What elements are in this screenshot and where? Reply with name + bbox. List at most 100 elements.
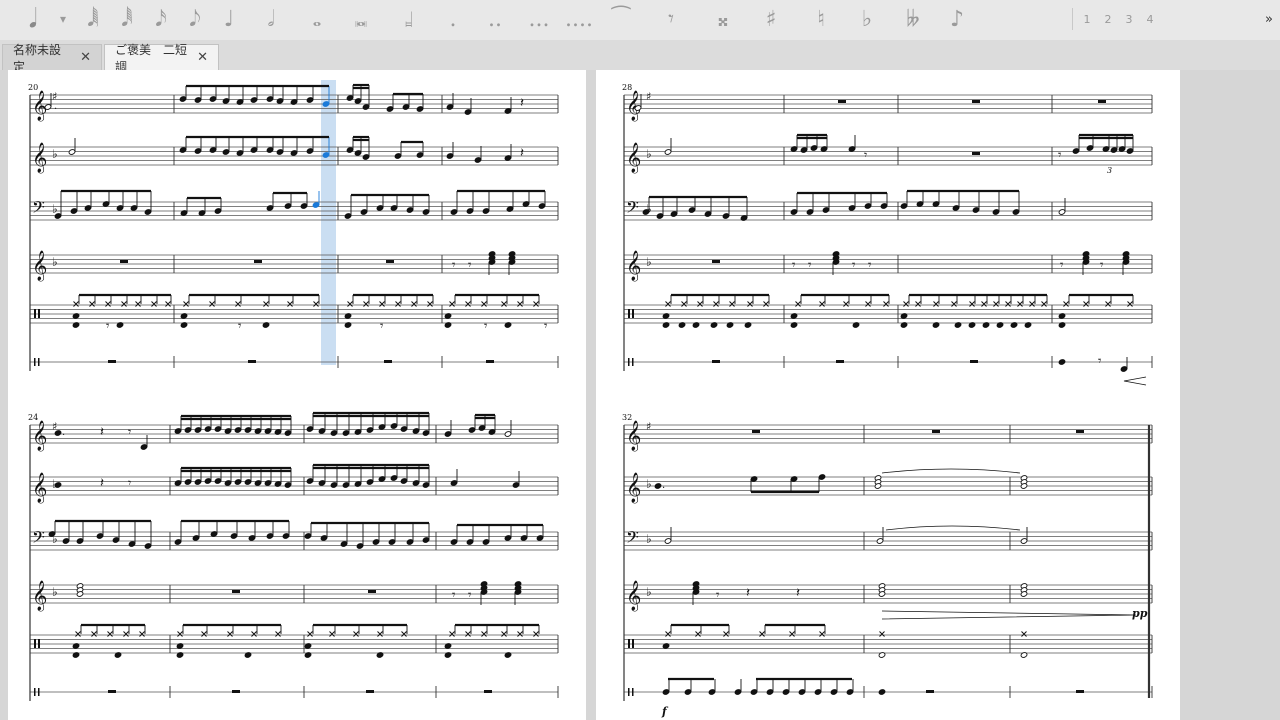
notehead[interactable] [878, 689, 886, 695]
cymbal-notehead[interactable] [201, 631, 207, 637]
staff[interactable] [624, 476, 1152, 496]
rest-button[interactable]: 𝄾 [656, 2, 686, 36]
cymbal-notehead[interactable] [73, 301, 79, 307]
cymbal-notehead[interactable] [789, 631, 795, 637]
note-input-mode-button[interactable]: 𝅘𝅥 [18, 2, 48, 36]
input-mode-dropdown[interactable]: ▾ [56, 2, 70, 36]
duration-half-button[interactable]: 𝅗𝅥 [256, 2, 286, 36]
staff[interactable] [624, 304, 1152, 324]
quadruple-dot-button[interactable]: .... [564, 2, 594, 36]
cymbal-notehead[interactable] [1063, 301, 1069, 307]
cymbal-notehead[interactable] [951, 301, 957, 307]
cymbal-notehead[interactable] [89, 301, 95, 307]
cymbal-notehead[interactable] [1005, 301, 1011, 307]
cymbal-notehead[interactable] [123, 631, 129, 637]
cymbal-notehead[interactable] [501, 631, 507, 637]
cymbal-notehead[interactable] [819, 301, 825, 307]
score-page-right[interactable]: 28𝄞♯𝄞♭𝄢♭𝄞♭𝄾𝄾3𝄾𝄾𝄾𝄾𝄾𝄾𝄾32𝄞♯𝄞♭𝄢♭𝄞♭.𝄾𝄽𝄽ppf [596, 70, 1180, 720]
staff[interactable] [624, 531, 1152, 551]
notehead[interactable] [654, 483, 662, 489]
score-canvas[interactable]: 20𝄞♯𝄞♭𝄢♭𝄞♭.𝄽𝄽𝄾𝄾𝄾𝄾𝄾𝄾𝄾24𝄞♯𝄞♭𝄢♭𝄞♭.𝄽𝄾𝄽𝄾𝄾𝄾 28… [0, 70, 1280, 720]
cymbal-notehead[interactable] [665, 631, 671, 637]
cymbal-notehead[interactable] [105, 301, 111, 307]
staff[interactable] [30, 476, 558, 496]
cymbal-notehead[interactable] [517, 301, 523, 307]
notehead[interactable] [1058, 359, 1066, 365]
duration-longa-button[interactable]: 𝆷 [394, 2, 424, 36]
cymbal-notehead[interactable] [347, 301, 353, 307]
cymbal-notehead[interactable] [363, 301, 369, 307]
duration-64th-button[interactable]: 𝅘𝅥𝅲 [78, 2, 108, 36]
cymbal-notehead[interactable] [121, 301, 127, 307]
cymbal-notehead[interactable] [1083, 301, 1089, 307]
cymbal-notehead[interactable] [843, 301, 849, 307]
duration-quarter-button[interactable]: ♩ [214, 2, 244, 36]
voice-4-button[interactable]: 4 [1143, 2, 1157, 36]
cymbal-notehead[interactable] [227, 631, 233, 637]
cymbal-notehead[interactable] [401, 631, 407, 637]
cymbal-notehead[interactable] [139, 631, 145, 637]
staff[interactable] [624, 201, 1152, 221]
tab-gohoubi[interactable]: ご褒美 二短調 ✕ [104, 43, 219, 74]
cymbal-notehead[interactable] [287, 301, 293, 307]
cymbal-notehead[interactable] [903, 301, 909, 307]
staff[interactable] [624, 634, 1152, 654]
duration-16th-button[interactable]: 𝅘𝅥𝅯 [146, 2, 176, 36]
cymbal-notehead[interactable] [307, 631, 313, 637]
cymbal-notehead[interactable] [1029, 301, 1035, 307]
cymbal-notehead[interactable] [235, 301, 241, 307]
tab-untitled[interactable]: 名称未設定 ✕ [2, 43, 102, 74]
cymbal-notehead[interactable] [747, 301, 753, 307]
staff[interactable] [30, 254, 558, 274]
cymbal-notehead[interactable] [969, 301, 975, 307]
cymbal-notehead[interactable] [763, 301, 769, 307]
cymbal-notehead[interactable] [879, 631, 885, 637]
cymbal-notehead[interactable] [729, 301, 735, 307]
toolbar-overflow-button[interactable]: » [1262, 2, 1276, 36]
cymbal-notehead[interactable] [1105, 301, 1111, 307]
cymbal-notehead[interactable] [427, 301, 433, 307]
duration-32nd-button[interactable]: 𝅘𝅥𝅱 [112, 2, 142, 36]
staff[interactable] [624, 424, 1152, 444]
staff[interactable] [624, 584, 1152, 604]
staff[interactable] [624, 254, 1152, 274]
cymbal-notehead[interactable] [1127, 301, 1133, 307]
cymbal-notehead[interactable] [501, 301, 507, 307]
double-sharp-button[interactable]: 𝄪 [708, 2, 738, 36]
cymbal-notehead[interactable] [75, 631, 81, 637]
cymbal-notehead[interactable] [465, 631, 471, 637]
staff[interactable] [30, 531, 558, 551]
score-page-left[interactable]: 20𝄞♯𝄞♭𝄢♭𝄞♭.𝄽𝄽𝄾𝄾𝄾𝄾𝄾𝄾𝄾24𝄞♯𝄞♭𝄢♭𝄞♭.𝄽𝄾𝄽𝄾𝄾𝄾 [8, 70, 586, 720]
duration-breve-button[interactable]: 𝅜 [346, 2, 376, 36]
cymbal-notehead[interactable] [1017, 301, 1023, 307]
cymbal-notehead[interactable] [379, 301, 385, 307]
cymbal-notehead[interactable] [697, 301, 703, 307]
cymbal-notehead[interactable] [395, 301, 401, 307]
cymbal-notehead[interactable] [449, 301, 455, 307]
cymbal-notehead[interactable] [91, 631, 97, 637]
cymbal-notehead[interactable] [933, 301, 939, 307]
cymbal-notehead[interactable] [915, 301, 921, 307]
double-dot-button[interactable]: .. [480, 2, 510, 36]
cymbal-notehead[interactable] [183, 301, 189, 307]
cymbal-notehead[interactable] [1041, 301, 1047, 307]
duration-whole-button[interactable]: 𝅝 [302, 2, 332, 36]
cymbal-notehead[interactable] [723, 631, 729, 637]
cymbal-notehead[interactable] [329, 631, 335, 637]
staff[interactable] [30, 634, 558, 654]
cymbal-notehead[interactable] [533, 631, 539, 637]
cymbal-notehead[interactable] [177, 631, 183, 637]
duration-8th-button[interactable]: 𝅘𝅥𝅮 [180, 2, 210, 36]
staff[interactable] [30, 584, 558, 604]
cymbal-notehead[interactable] [165, 301, 171, 307]
cymbal-notehead[interactable] [759, 631, 765, 637]
cymbal-notehead[interactable] [681, 301, 687, 307]
staff[interactable] [624, 94, 1152, 114]
cymbal-notehead[interactable] [981, 301, 987, 307]
flat-button[interactable]: ♭ [852, 2, 882, 36]
cymbal-notehead[interactable] [795, 301, 801, 307]
flip-direction-button[interactable]: ♪ [942, 2, 972, 36]
cymbal-notehead[interactable] [449, 631, 455, 637]
cymbal-notehead[interactable] [353, 631, 359, 637]
cymbal-notehead[interactable] [819, 631, 825, 637]
